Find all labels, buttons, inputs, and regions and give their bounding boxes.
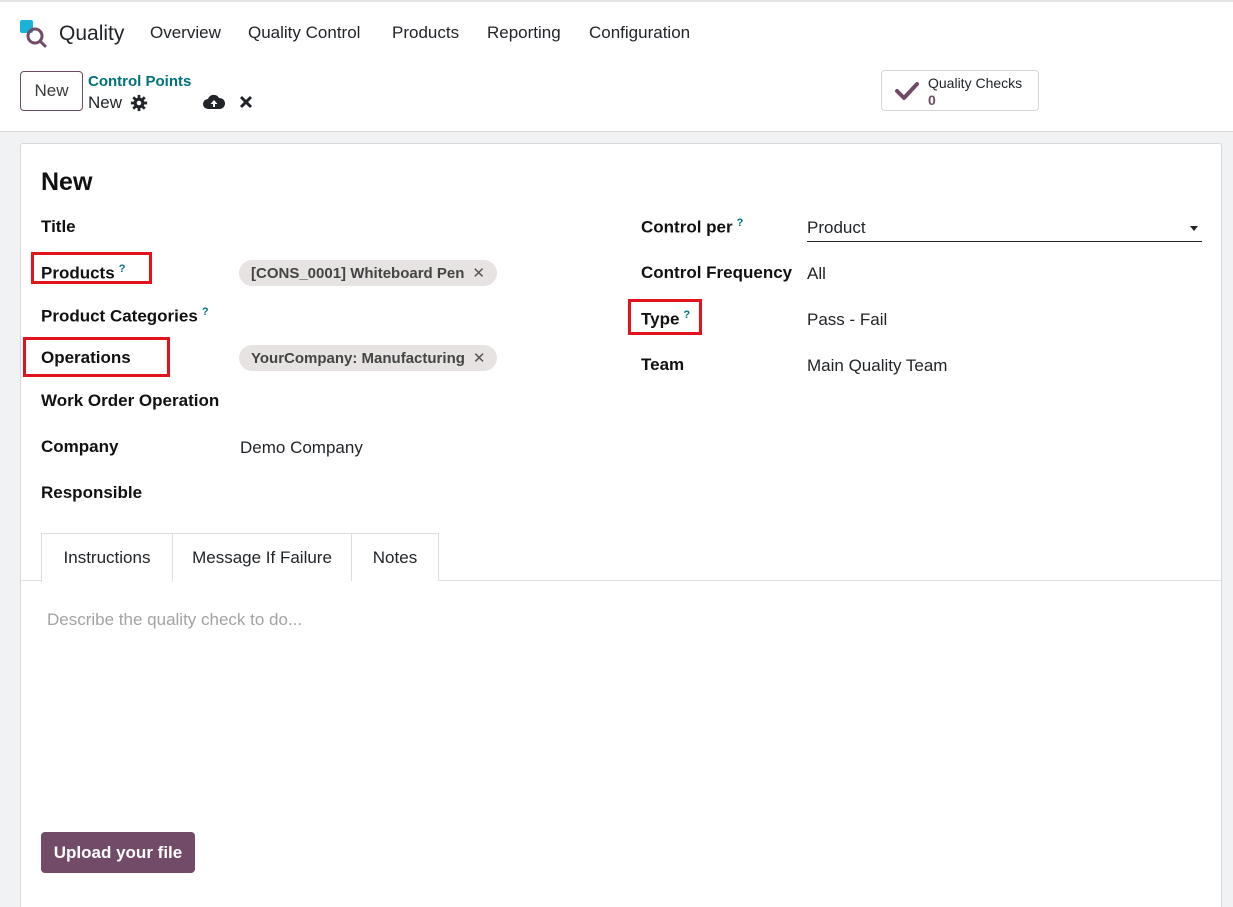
products-tag-remove-icon[interactable]: ✕: [472, 264, 485, 282]
team-label: Team: [641, 355, 685, 374]
control-per-value: Product: [807, 218, 866, 237]
nav-reporting[interactable]: Reporting: [487, 23, 561, 43]
form-sheet: New Title Products? [CONS_0001] Whiteboa…: [20, 143, 1222, 907]
control-panel: New Control Points New Quality Checks 0: [0, 62, 1233, 132]
company-value[interactable]: Demo Company: [240, 438, 363, 458]
responsible-label: Responsible: [41, 483, 143, 502]
products-highlight-box: [31, 252, 152, 284]
control-per-help-icon[interactable]: ?: [737, 217, 744, 229]
check-icon: [895, 82, 919, 100]
quality-checks-smart-button[interactable]: Quality Checks 0: [881, 70, 1039, 111]
smart-button-label: Quality Checks: [928, 75, 1023, 91]
tab-instructions[interactable]: Instructions: [41, 533, 173, 582]
control-frequency-label: Control Frequency: [641, 263, 793, 282]
nav-configuration[interactable]: Configuration: [589, 23, 690, 43]
breadcrumb-current: New: [88, 93, 123, 112]
work-order-operation-label: Work Order Operation: [41, 391, 220, 410]
product-categories-help-icon[interactable]: ?: [202, 306, 209, 318]
operations-highlight-box: [23, 337, 170, 377]
app-name[interactable]: Quality: [59, 22, 124, 46]
tab-message-if-failure[interactable]: Message If Failure: [172, 533, 352, 581]
title-label: Title: [41, 217, 76, 236]
control-per-label: Control per?: [641, 217, 743, 238]
operations-tag-label: YourCompany: Manufacturing: [251, 349, 465, 367]
record-title[interactable]: New: [41, 168, 92, 197]
product-categories-label-text: Product Categories: [41, 306, 198, 326]
team-value[interactable]: Main Quality Team: [807, 356, 947, 376]
company-label: Company: [41, 437, 119, 456]
control-per-select[interactable]: Product: [807, 216, 1202, 242]
products-tag-label: [CONS_0001] Whiteboard Pen: [251, 264, 465, 282]
nav-overview[interactable]: Overview: [150, 23, 221, 43]
discard-x-icon[interactable]: [239, 95, 253, 109]
chevron-down-icon: [1190, 226, 1198, 231]
instructions-editor[interactable]: Describe the quality check to do...: [47, 610, 302, 630]
quality-app-icon[interactable]: [18, 18, 48, 48]
upload-file-button[interactable]: Upload your file: [41, 832, 195, 873]
control-frequency-value[interactable]: All: [807, 264, 826, 284]
nav-products[interactable]: Products: [392, 23, 459, 43]
breadcrumb-control-points[interactable]: Control Points: [88, 73, 191, 90]
smart-button-count: 0: [928, 92, 936, 108]
control-per-label-text: Control per: [641, 217, 733, 237]
gear-icon[interactable]: [130, 94, 148, 112]
top-navbar: Quality Overview Quality Control Product…: [0, 0, 1233, 62]
new-button[interactable]: New: [20, 71, 83, 111]
type-highlight-box: [628, 299, 702, 335]
operations-tag: YourCompany: Manufacturing ✕: [239, 345, 498, 371]
product-categories-label: Product Categories?: [41, 306, 209, 327]
nav-quality-control[interactable]: Quality Control: [248, 23, 360, 43]
operations-tag-remove-icon[interactable]: ✕: [473, 349, 486, 367]
products-tag: [CONS_0001] Whiteboard Pen ✕: [239, 260, 497, 286]
type-value[interactable]: Pass - Fail: [807, 310, 887, 330]
tab-notes[interactable]: Notes: [351, 533, 439, 581]
cloud-upload-icon[interactable]: [203, 93, 225, 111]
